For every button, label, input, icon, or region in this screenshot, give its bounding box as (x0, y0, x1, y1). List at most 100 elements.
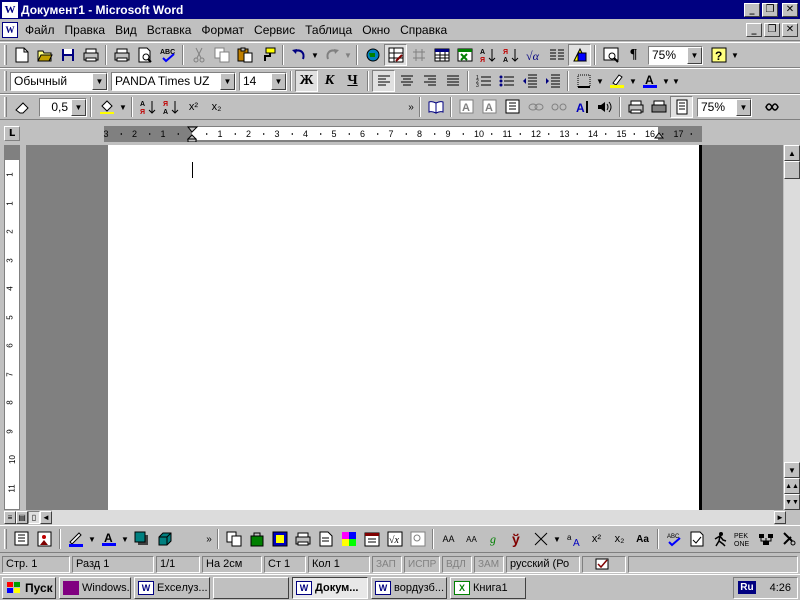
document-map-icon[interactable] (599, 44, 622, 66)
underline-button[interactable]: Ч (341, 70, 364, 92)
task-document-active[interactable]: W Докум... (292, 576, 368, 599)
borders-dropdown[interactable]: ▼ (595, 70, 605, 92)
book-icon[interactable] (424, 96, 447, 118)
scroll-thumb[interactable] (784, 161, 800, 179)
sort-descending-icon[interactable]: ЯA (159, 96, 182, 118)
increase-indent-icon[interactable] (541, 70, 564, 92)
language-icon[interactable]: PEK ONE (731, 528, 754, 550)
superscript-button[interactable]: x² (182, 96, 205, 118)
highlight-dropdown[interactable]: ▼ (628, 70, 638, 92)
toolbar-options-dropdown[interactable]: ▼ (730, 44, 740, 66)
link-icon[interactable] (524, 96, 547, 118)
unlink-icon[interactable] (547, 96, 570, 118)
chevron-down-icon[interactable]: ▼ (220, 72, 235, 90)
align-right-icon[interactable] (418, 70, 441, 92)
insert-picture-icon[interactable] (33, 528, 56, 550)
page-layout-icon[interactable] (670, 96, 693, 118)
network-icon[interactable] (754, 528, 777, 550)
more-buttons-icon[interactable]: » (204, 528, 214, 550)
line-weight-combo[interactable]: 0,5 ▼ (39, 97, 87, 117)
calendar-icon[interactable] (360, 528, 383, 550)
numbering-icon[interactable]: 123 (472, 70, 495, 92)
doc-close-button[interactable]: ✕ (782, 22, 798, 37)
fill-color-dropdown[interactable]: ▼ (118, 96, 128, 118)
task-excel-doc[interactable]: W Exceлуз... (134, 576, 210, 599)
normal-view-icon[interactable]: ≡ (4, 511, 16, 524)
tables-borders-icon[interactable] (384, 44, 407, 66)
word-icon[interactable]: W (2, 1, 18, 18)
font-color-icon[interactable]: A (638, 70, 661, 92)
start-button[interactable]: Пуск (2, 576, 56, 599)
status-overtype[interactable]: ЗАМ (474, 555, 504, 573)
menu-table[interactable]: Таблица (300, 23, 357, 37)
drawing-icon[interactable] (568, 44, 591, 66)
minimize-button[interactable]: _ (744, 2, 760, 17)
save-icon[interactable] (56, 44, 79, 66)
menu-insert[interactable]: Вставка (142, 23, 197, 37)
3d-icon[interactable] (153, 528, 176, 550)
speaker-icon[interactable] (593, 96, 616, 118)
grow-font-icon[interactable]: AA (437, 528, 460, 550)
document-icon[interactable] (314, 528, 337, 550)
zoom-combo[interactable]: 75% ▼ (648, 45, 703, 65)
all-caps-icon[interactable]: Aa (631, 528, 654, 550)
doc-restore-button[interactable]: ❐ (764, 22, 780, 37)
horizontal-ruler[interactable]: 3 2 1 1 2 3 4 5 6 7 8 9 10 11 12 13 14 15 16 17 (104, 126, 702, 142)
indent-marker-icon[interactable] (187, 126, 198, 142)
chevron-down-icon[interactable]: ▼ (71, 98, 86, 116)
menu-format[interactable]: Формат (196, 23, 249, 37)
undo-dropdown[interactable]: ▼ (310, 44, 320, 66)
chevron-down-icon[interactable]: ▼ (736, 98, 751, 116)
italic-button[interactable]: К (318, 70, 341, 92)
undo-icon[interactable] (287, 44, 310, 66)
save-all-icon[interactable] (79, 44, 102, 66)
menu-tools[interactable]: Сервис (249, 23, 300, 37)
next-page-icon[interactable]: ▼▼ (784, 494, 800, 510)
maximize-button[interactable]: ❐ (762, 2, 778, 17)
decrease-indent-icon[interactable] (518, 70, 541, 92)
show-hide-icon[interactable]: ¶ (622, 44, 645, 66)
paint-icon[interactable] (268, 528, 291, 550)
style-combo[interactable]: Обычный ▼ (10, 71, 108, 91)
office-assistant-icon[interactable] (760, 96, 783, 118)
text-box-icon[interactable] (10, 528, 33, 550)
menu-view[interactable]: Вид (110, 23, 142, 37)
align-left-icon[interactable] (372, 70, 395, 92)
style-check-icon[interactable]: ABC (662, 528, 685, 550)
special-char-icon[interactable]: ў (506, 528, 529, 550)
symbols-dropdown[interactable]: ▼ (552, 528, 562, 550)
scroll-left-icon[interactable]: ◄ (40, 511, 52, 524)
shrink-font-icon[interactable]: AA (460, 528, 483, 550)
columns-icon[interactable] (545, 44, 568, 66)
sort-ascending-icon[interactable]: AЯ (136, 96, 159, 118)
bullets-icon[interactable] (495, 70, 518, 92)
scroll-right-icon[interactable]: ► (774, 511, 786, 524)
help-icon[interactable]: ? (707, 44, 730, 66)
vertical-ruler[interactable]: 1123456789101112 (4, 145, 20, 521)
align-center-icon[interactable] (395, 70, 418, 92)
highlight-icon[interactable] (605, 70, 628, 92)
document-icon[interactable]: W (2, 21, 18, 38)
task-windows[interactable]: Windows... (59, 576, 131, 599)
print-icon[interactable] (291, 528, 314, 550)
copy-icon[interactable] (222, 528, 245, 550)
task-empty[interactable] (213, 576, 289, 599)
menu-file[interactable]: Файл (20, 23, 60, 37)
format-painter-icon[interactable] (256, 44, 279, 66)
sort-descending-icon[interactable]: ЯA (499, 44, 522, 66)
formula-icon[interactable]: √x (383, 528, 406, 550)
subscript-icon[interactable]: x₂ (608, 528, 631, 550)
subscript-button[interactable]: x₂ (205, 96, 228, 118)
highlight-g-icon[interactable]: g (483, 528, 506, 550)
open-folder-icon[interactable] (33, 44, 56, 66)
task-book1[interactable]: X Книга1 (450, 576, 526, 599)
office-bag-icon[interactable] (245, 528, 268, 550)
font-combo[interactable]: PANDA Times UZ ▼ (111, 71, 236, 91)
task-word-uzb[interactable]: W вордузб... (371, 576, 447, 599)
print-icon[interactable] (110, 44, 133, 66)
spelling-status-icon[interactable] (582, 555, 626, 573)
font-color-icon[interactable]: A (97, 528, 120, 550)
zoom-combo-2[interactable]: 75% ▼ (697, 97, 752, 117)
copy-icon[interactable] (210, 44, 233, 66)
fill-color-icon[interactable] (95, 96, 118, 118)
